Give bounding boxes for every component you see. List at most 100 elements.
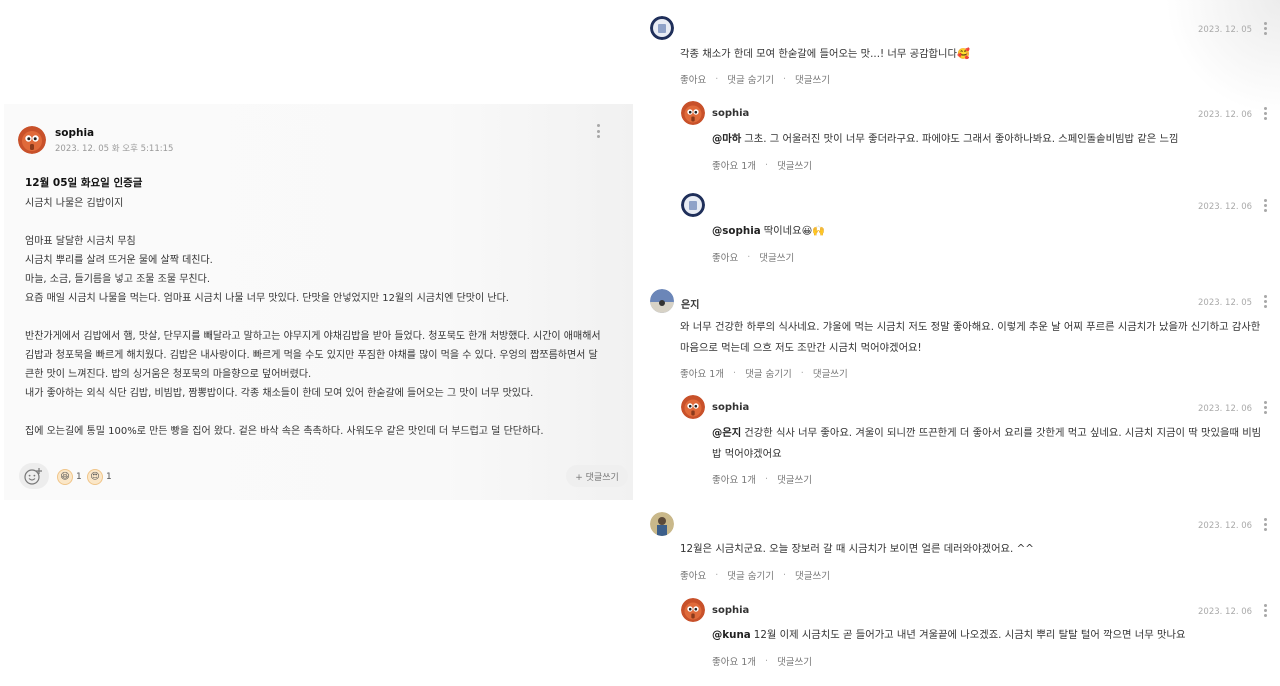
comment-actions: 좋아요 1개 · 댓글쓰기 <box>712 158 812 173</box>
comment-line: 12월은 시금치군요. 오늘 장보러 갈 때 시금치가 보이면 얼른 데러와야겠… <box>680 543 1034 555</box>
post-body-gap <box>25 308 625 327</box>
post-author-name[interactable]: sophia <box>55 127 94 139</box>
post-body-line: 큰한 맛이 느껴진다. 밥의 싱거움은 청포묵의 마을향으로 덮어버렸다. <box>25 369 312 380</box>
commenter-avatar[interactable] <box>681 598 705 622</box>
hide-replies-button[interactable]: 댓글 숨기기 <box>727 72 774 86</box>
post-body-line: 내가 좋아하는 외식 식단 김밥, 비빔밥, 짬뽕밥이다. 각종 채소들이 한데… <box>25 388 534 399</box>
separator: · <box>715 73 719 85</box>
write-reply-link[interactable]: 댓글쓰기 <box>795 568 830 582</box>
commenter-name[interactable]: sophia <box>712 108 749 119</box>
laughing-emoji-icon: 😆 <box>57 469 73 485</box>
commenter-avatar[interactable] <box>650 16 674 40</box>
commenter-name[interactable]: 은지 <box>681 296 699 311</box>
comment-actions: 좋아요 · 댓글 숨기기 · 댓글쓰기 <box>680 568 830 583</box>
heart-eyes-emoji-icon: 😍 <box>87 469 103 485</box>
comment-line: 와 너무 건강한 하루의 식사네요. 갸울에 먹는 시금치 저도 정말 좋아해요… <box>680 321 1261 333</box>
reaction-count: 1 <box>76 472 82 482</box>
post-body-line: 집에 오는길에 통밀 100%로 만든 빵을 집어 왔다. 겉은 바삭 속은 촉… <box>25 426 544 437</box>
like-button[interactable]: 좋아요 <box>712 250 738 264</box>
write-reply-button[interactable]: + 댓글쓰기 <box>566 465 628 487</box>
comment-more-icon[interactable] <box>1262 295 1268 308</box>
separator: · <box>715 569 719 581</box>
write-reply-link[interactable]: 댓글쓰기 <box>813 366 848 380</box>
post-body-line: 엄마표 달달한 시금치 무침 <box>25 236 136 247</box>
post-date: 2023. 12. 05 화 오후 5:11:15 <box>55 144 174 154</box>
commenter-avatar[interactable] <box>681 193 705 217</box>
comment-actions: 좋아요 1개 · 댓글쓰기 <box>712 472 812 487</box>
post-more-icon[interactable] <box>595 124 601 138</box>
commenter-name[interactable]: sophia <box>712 605 749 616</box>
commenter-name[interactable]: sophia <box>712 402 749 413</box>
mention[interactable]: @kuna <box>712 629 751 641</box>
comment-date: 2023. 12. 05 <box>1198 25 1253 35</box>
comment-actions: 좋아요 1개 · 댓글쓰기 <box>712 654 812 669</box>
write-reply-link[interactable]: 댓글쓰기 <box>795 72 830 86</box>
write-reply-link[interactable]: 댓글쓰기 <box>759 250 794 264</box>
like-button[interactable]: 좋아요 1개 <box>712 158 756 172</box>
reaction-laughing[interactable]: 😆 1 <box>57 469 82 485</box>
comment-actions: 좋아요 · 댓글쓰기 <box>712 250 794 265</box>
like-button[interactable]: 좋아요 <box>680 568 706 582</box>
comment-line: 각종 채소가 한데 모여 한숟갈에 들어오는 맛...! 너무 공감합니다🥰 <box>680 48 970 60</box>
comment-text: @sophia 딱이네요😀🙌 <box>712 221 825 242</box>
separator: · <box>800 367 804 379</box>
reply-comment: sophia 2023. 12. 06 @마하 그초. 그 어울러진 맛이 너무 … <box>681 101 1280 181</box>
commenter-avatar[interactable] <box>650 512 674 536</box>
write-reply-link[interactable]: 댓글쓰기 <box>777 472 812 486</box>
separator: · <box>783 569 787 581</box>
comment-more-icon[interactable] <box>1262 401 1268 414</box>
comment-line: 그초. 그 어울러진 맛이 너무 좋더라구요. 파에야도 그래서 좋아하나봐요.… <box>744 133 1179 145</box>
reply-comment: 2023. 12. 06 @sophia 딱이네요😀🙌 좋아요 · 댓글쓰기 <box>681 193 1280 273</box>
hide-replies-button[interactable]: 댓글 숨기기 <box>745 366 792 380</box>
comment-actions: 좋아요 · 댓글 숨기기 · 댓글쓰기 <box>680 72 830 87</box>
comment-more-icon[interactable] <box>1262 518 1268 531</box>
comment: 2023. 12. 05 각종 채소가 한데 모여 한숟갈에 들어오는 맛...… <box>650 16 1280 96</box>
comment-date: 2023. 12. 06 <box>1198 202 1253 212</box>
comment-text: @마하 그초. 그 어울러진 맛이 너무 좋더라구요. 파에야도 그래서 좋아하나… <box>712 129 1178 150</box>
commenter-avatar[interactable] <box>681 395 705 419</box>
add-reaction-button[interactable] <box>19 463 49 489</box>
like-button[interactable]: 좋아요 1개 <box>712 472 756 486</box>
like-button[interactable]: 좋아요 1개 <box>712 654 756 668</box>
comment-text: 각종 채소가 한데 모여 한숟갈에 들어오는 맛...! 너무 공감합니다🥰 <box>680 44 970 65</box>
like-button[interactable]: 좋아요 <box>680 72 706 86</box>
separator: · <box>765 159 769 171</box>
comment: 은지 2023. 12. 05 와 너무 건강한 하루의 식사네요. 갸울에 먹… <box>650 289 1280 389</box>
mention[interactable]: @은지 <box>712 427 741 439</box>
reaction-heart-eyes[interactable]: 😍 1 <box>87 469 112 485</box>
comment-date: 2023. 12. 06 <box>1198 521 1253 531</box>
separator: · <box>765 655 769 667</box>
comment-line: 12월 이제 시금치도 곧 들어가고 내년 겨울끝에 나오겠죠. 시금치 뿌리 … <box>753 629 1186 641</box>
comment-date: 2023. 12. 05 <box>1198 298 1253 308</box>
commenter-avatar[interactable] <box>650 289 674 313</box>
mention[interactable]: @마하 <box>712 133 741 145</box>
post-body-line: 김밥과 청포묵을 빠르게 해치웠다. 김밥은 내사랑이다. 빠르게 먹을 수도 … <box>25 350 598 361</box>
post-body-line: 시금치 나물은 김밥이지 <box>25 198 124 209</box>
separator: · <box>733 367 737 379</box>
separator: · <box>747 251 751 263</box>
comment: 2023. 12. 06 12월은 시금치군요. 오늘 장보러 갈 때 시금치가… <box>650 512 1280 592</box>
comment-date: 2023. 12. 06 <box>1198 110 1253 120</box>
post-body-line: 시금치 뿌리를 살려 뜨거운 물에 살짝 데친다. <box>25 255 213 266</box>
author-avatar[interactable] <box>18 126 46 154</box>
comment-text: @kuna 12월 이제 시금치도 곧 들어가고 내년 겨울끝에 나오겠죠. 시금… <box>712 625 1185 646</box>
write-reply-link[interactable]: 댓글쓰기 <box>777 158 812 172</box>
post-title: 12월 05일 화요일 인증글 <box>25 177 143 189</box>
hide-replies-button[interactable]: 댓글 숨기기 <box>727 568 774 582</box>
comment-more-icon[interactable] <box>1262 22 1268 35</box>
comment-more-icon[interactable] <box>1262 604 1268 617</box>
separator: · <box>765 473 769 485</box>
write-reply-link[interactable]: 댓글쓰기 <box>777 654 812 668</box>
like-button[interactable]: 좋아요 1개 <box>680 366 724 380</box>
post-card: sophia 2023. 12. 05 화 오후 5:11:15 12월 05일… <box>4 104 633 500</box>
reply-comment: sophia 2023. 12. 06 @은지 건강한 식사 너무 좋아요. 겨울… <box>681 395 1280 495</box>
post-body-line: 마늘, 소금, 들기름을 넣고 조물 조물 무친다. <box>25 274 211 285</box>
post-body-line: 요즘 매일 시금치 나물을 먹는다. 엄마표 시금치 나물 너무 맛있다. 단맛… <box>25 293 509 304</box>
mention[interactable]: @sophia <box>712 225 761 237</box>
comment-line: 딱이네요😀🙌 <box>763 225 826 237</box>
comment-more-icon[interactable] <box>1262 107 1268 120</box>
comment-more-icon[interactable] <box>1262 199 1268 212</box>
commenter-avatar[interactable] <box>681 101 705 125</box>
comment-line: 건강한 식사 너무 좋아요. 겨울이 되니깐 뜨끈한게 더 좋아서 요리를 갓한… <box>744 427 1262 439</box>
comment-actions: 좋아요 1개 · 댓글 숨기기 · 댓글쓰기 <box>680 366 848 381</box>
